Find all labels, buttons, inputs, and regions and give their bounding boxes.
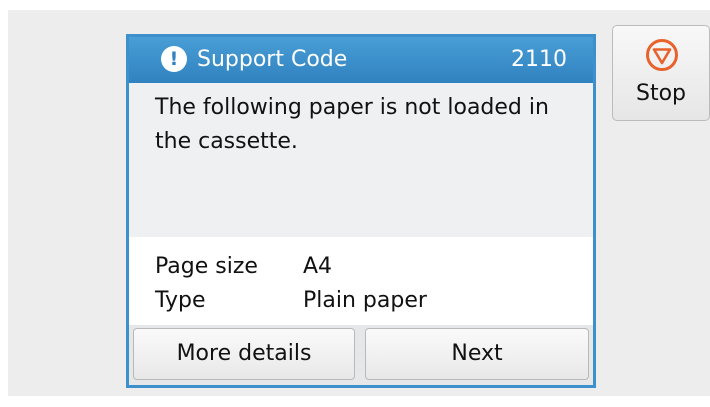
dialog-header: ! Support Code 2110: [129, 37, 593, 83]
stop-button[interactable]: Stop: [612, 25, 710, 121]
error-message: The following paper is not loaded in the…: [155, 95, 549, 154]
button-bar: More details Next: [129, 325, 593, 385]
paper-info: Page size A4 Type Plain paper: [129, 237, 593, 325]
info-label: Type: [155, 288, 206, 313]
more-details-button[interactable]: More details: [133, 328, 355, 380]
dialog-title: Support Code: [197, 47, 348, 72]
message-area: The following paper is not loaded in the…: [129, 83, 593, 237]
stop-icon: [646, 39, 678, 71]
next-button[interactable]: Next: [365, 328, 589, 380]
support-code-dialog: ! Support Code 2110 The following paper …: [126, 34, 596, 388]
support-code-number: 2110: [511, 47, 567, 72]
info-value: A4: [303, 254, 333, 279]
info-value: Plain paper: [303, 288, 427, 313]
stop-label: Stop: [635, 81, 686, 106]
exclamation-icon: !: [161, 46, 187, 72]
info-label: Page size: [155, 254, 258, 279]
